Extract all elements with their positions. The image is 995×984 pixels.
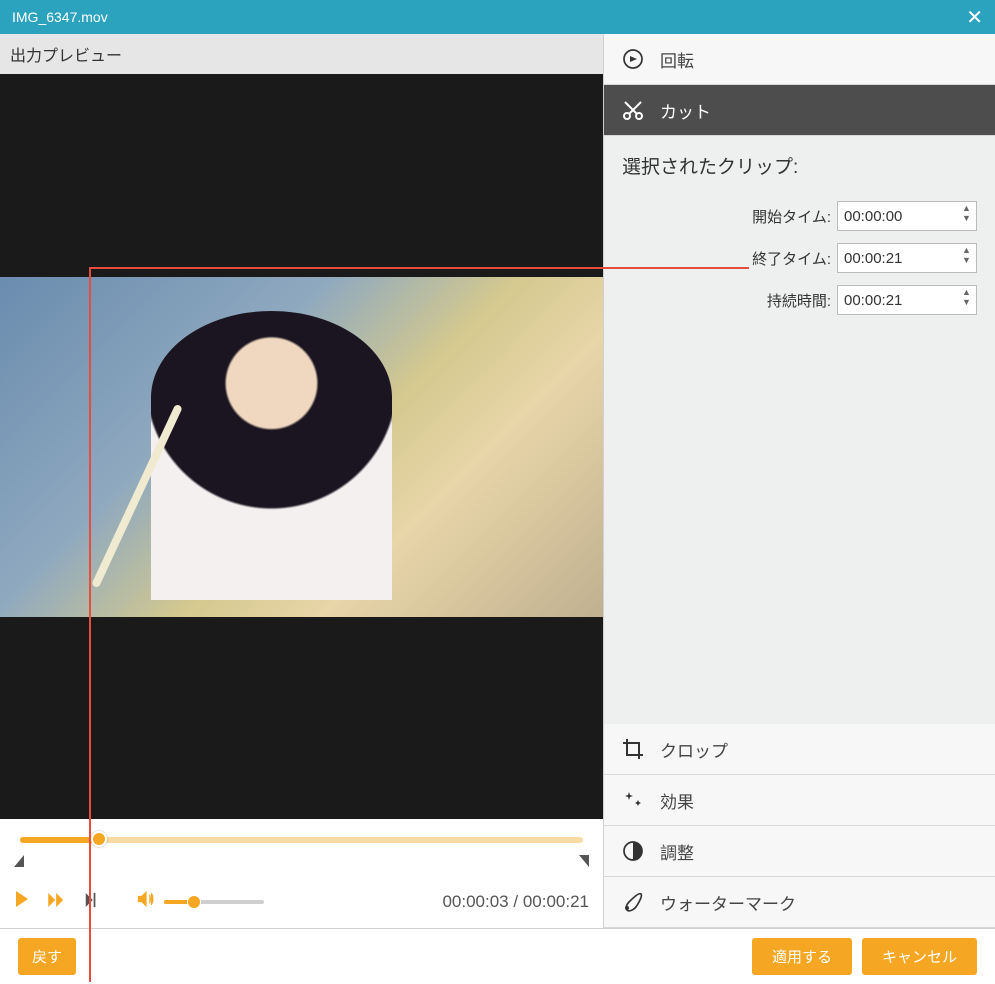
titlebar: IMG_6347.mov ✕ — [0, 0, 995, 34]
timeline-fill — [20, 837, 99, 843]
scissors-icon — [620, 97, 646, 123]
start-time-input[interactable]: 00:00:00 ▲▼ — [837, 201, 977, 231]
brush-icon — [620, 889, 646, 915]
panel-adjust[interactable]: 調整 — [604, 826, 995, 877]
current-time: 00:00:03 — [442, 892, 508, 911]
volume-control — [136, 889, 264, 914]
window-title: IMG_6347.mov — [12, 9, 108, 25]
preview-label: 出力プレビュー — [0, 34, 603, 74]
panel-watermark[interactable]: ウォーターマーク — [604, 877, 995, 928]
panel-rotate-label: 回転 — [660, 47, 694, 72]
back-button[interactable]: 戻す — [18, 938, 76, 975]
duration-input[interactable]: 00:00:21 ▲▼ — [837, 285, 977, 315]
panel-cut-label: カット — [660, 98, 711, 123]
time-display: 00:00:03 / 00:00:21 — [442, 892, 589, 912]
right-panel: 回転 カット 選択されたクリップ: 開始タイム: 00:00:00 ▲▼ — [603, 34, 995, 928]
panel-adjust-label: 調整 — [660, 839, 694, 864]
contrast-icon — [620, 838, 646, 864]
start-time-value: 00:00:00 — [844, 208, 902, 225]
spin-down-icon[interactable]: ▼ — [962, 298, 972, 308]
panel-effect[interactable]: 効果 — [604, 775, 995, 826]
cancel-button[interactable]: キャンセル — [862, 938, 977, 975]
rotate-icon — [620, 46, 646, 72]
close-icon[interactable]: ✕ — [966, 5, 983, 30]
spin-down-icon[interactable]: ▼ — [962, 214, 972, 224]
timeline[interactable] — [14, 837, 589, 877]
total-time: 00:00:21 — [523, 892, 589, 911]
duration-row: 持続時間: 00:00:21 ▲▼ — [622, 285, 977, 315]
clip-settings: 選択されたクリップ: 開始タイム: 00:00:00 ▲▼ 終了タイム: 00:… — [604, 136, 995, 724]
spin-down-icon[interactable]: ▼ — [962, 256, 972, 266]
trim-start-handle[interactable] — [14, 855, 24, 867]
editor-window: IMG_6347.mov ✕ 出力プレビュー — [0, 0, 995, 984]
start-time-row: 開始タイム: 00:00:00 ▲▼ — [622, 201, 977, 231]
video-preview[interactable] — [0, 74, 603, 819]
trim-end-handle[interactable] — [579, 855, 589, 867]
timeline-track[interactable] — [20, 837, 583, 843]
apply-button[interactable]: 適用する — [752, 938, 852, 975]
video-frame — [0, 277, 603, 617]
clip-title: 選択されたクリップ: — [622, 152, 977, 179]
bottom-bar: 戻す 適用する キャンセル — [0, 928, 995, 984]
volume-icon[interactable] — [136, 889, 156, 914]
fast-forward-button[interactable] — [48, 891, 66, 912]
panel-crop[interactable]: クロップ — [604, 724, 995, 775]
end-time-input[interactable]: 00:00:21 ▲▼ — [837, 243, 977, 273]
sparkle-icon — [620, 787, 646, 813]
end-time-value: 00:00:21 — [844, 250, 902, 267]
playback-controls: 00:00:03 / 00:00:21 — [0, 819, 603, 928]
panel-effect-label: 効果 — [660, 788, 694, 813]
step-end-button[interactable] — [84, 891, 98, 912]
panel-rotate[interactable]: 回転 — [604, 34, 995, 85]
volume-thumb[interactable] — [187, 895, 201, 909]
start-time-label: 開始タイム: — [752, 206, 831, 227]
panel-watermark-label: ウォーターマーク — [660, 890, 796, 915]
end-time-label: 終了タイム: — [752, 248, 831, 269]
crop-icon — [620, 736, 646, 762]
left-pane: 出力プレビュー — [0, 34, 603, 928]
play-button[interactable] — [14, 891, 30, 912]
duration-value: 00:00:21 — [844, 292, 902, 309]
panel-crop-label: クロップ — [660, 737, 728, 762]
transport-bar: 00:00:03 / 00:00:21 — [14, 889, 589, 914]
panel-cut[interactable]: カット — [604, 85, 995, 136]
volume-slider[interactable] — [164, 900, 264, 904]
video-content-placeholder — [151, 311, 392, 600]
playhead[interactable] — [91, 831, 107, 847]
main-body: 出力プレビュー — [0, 34, 995, 928]
duration-label: 持続時間: — [767, 290, 831, 311]
end-time-row: 終了タイム: 00:00:21 ▲▼ — [622, 243, 977, 273]
